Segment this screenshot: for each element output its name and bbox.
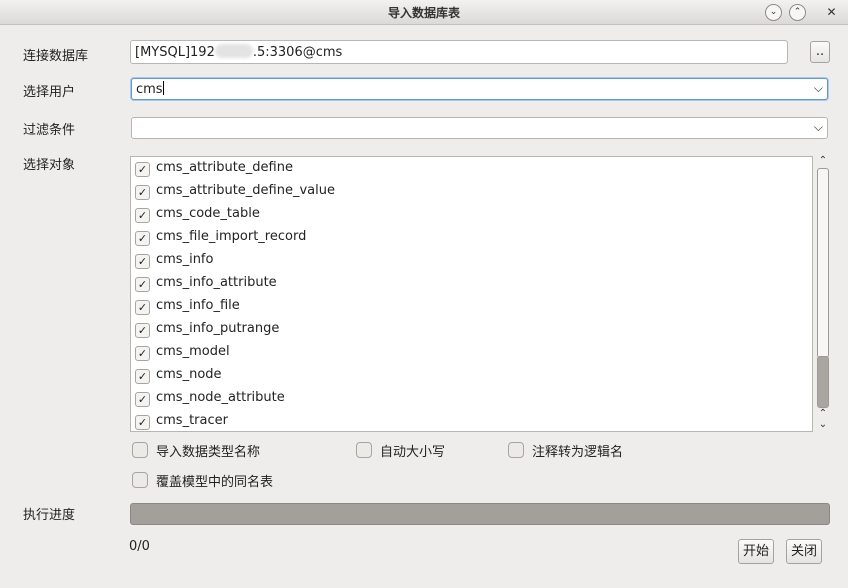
maximize-button[interactable]: ⌃ — [789, 4, 806, 21]
connection-value-suffix: .5:3306@cms — [252, 45, 343, 60]
checkbox-unchecked-icon[interactable] — [132, 472, 148, 488]
checkbox-checked-icon[interactable]: ✓ — [135, 208, 150, 223]
minimize-button[interactable]: ⌄ — [765, 4, 782, 21]
scroll-up-arrow-icon[interactable]: ⌃ — [816, 409, 830, 419]
filter-select[interactable]: ⌵ — [131, 117, 828, 139]
user-select[interactable]: cms ⌵ — [131, 78, 828, 100]
filter-label: 过滤条件 — [23, 123, 76, 138]
connection-value-prefix: [MYSQL]192 — [135, 45, 215, 60]
checkbox-checked-icon[interactable]: ✓ — [135, 254, 150, 269]
chevron-up-icon: ⌃ — [793, 7, 802, 17]
close-window-button[interactable]: ✕ — [823, 4, 840, 21]
scroll-down-arrow-icon[interactable]: ⌄ — [816, 420, 830, 430]
title-bar: 导入数据库表 ⌄ ⌃ ✕ — [0, 0, 848, 25]
object-list[interactable]: ✓ cms_attribute_define ✓ cms_attribute_def… — [130, 156, 813, 432]
select-user-label: 选择用户 — [23, 85, 76, 100]
checkbox-checked-icon[interactable]: ✓ — [135, 277, 150, 292]
checkbox-unchecked-icon[interactable] — [508, 442, 524, 458]
window-title: 导入数据库表 — [387, 6, 460, 20]
progress-label: 执行进度 — [23, 508, 76, 523]
browse-connection-button[interactable]: .. — [810, 41, 830, 63]
connect-db-label: 连接数据库 — [23, 49, 89, 64]
checkbox-checked-icon[interactable]: ✓ — [135, 185, 150, 200]
chevron-down-icon: ⌵ — [813, 81, 823, 95]
close-button[interactable]: 关闭 — [786, 539, 822, 564]
user-value: cms — [136, 82, 163, 97]
text-cursor — [162, 81, 164, 95]
scrollbar-track[interactable] — [817, 356, 829, 408]
progress-count: 0/0 — [129, 539, 150, 554]
scroll-up-arrow-icon[interactable]: ⌃ — [816, 156, 830, 166]
chevron-down-icon: ⌄ — [769, 7, 778, 17]
start-button[interactable]: 开始 — [738, 539, 774, 564]
checkbox-checked-icon[interactable]: ✓ — [135, 392, 150, 407]
checkbox-checked-icon[interactable]: ✓ — [135, 415, 150, 430]
checkbox-checked-icon[interactable]: ✓ — [135, 162, 150, 177]
checkbox-checked-icon[interactable]: ✓ — [135, 231, 150, 246]
progress-bar — [130, 503, 830, 525]
chevron-down-icon: ⌵ — [813, 120, 823, 134]
list-scrollbar[interactable]: ⌃ ⌃ ⌄ — [816, 156, 830, 432]
checkbox-checked-icon[interactable]: ✓ — [135, 369, 150, 384]
select-objects-label: 选择对象 — [23, 158, 76, 173]
checkbox-checked-icon[interactable]: ✓ — [135, 300, 150, 315]
checkbox-unchecked-icon[interactable] — [356, 442, 372, 458]
close-icon: ✕ — [826, 5, 837, 19]
connection-field[interactable]: [MYSQL]192 .5:3306@cms — [130, 40, 788, 64]
scrollbar-thumb[interactable] — [817, 168, 829, 358]
checkbox-checked-icon[interactable]: ✓ — [135, 323, 150, 338]
checkbox-unchecked-icon[interactable] — [132, 442, 148, 458]
checkbox-checked-icon[interactable]: ✓ — [135, 346, 150, 361]
redaction-blur — [214, 44, 253, 58]
